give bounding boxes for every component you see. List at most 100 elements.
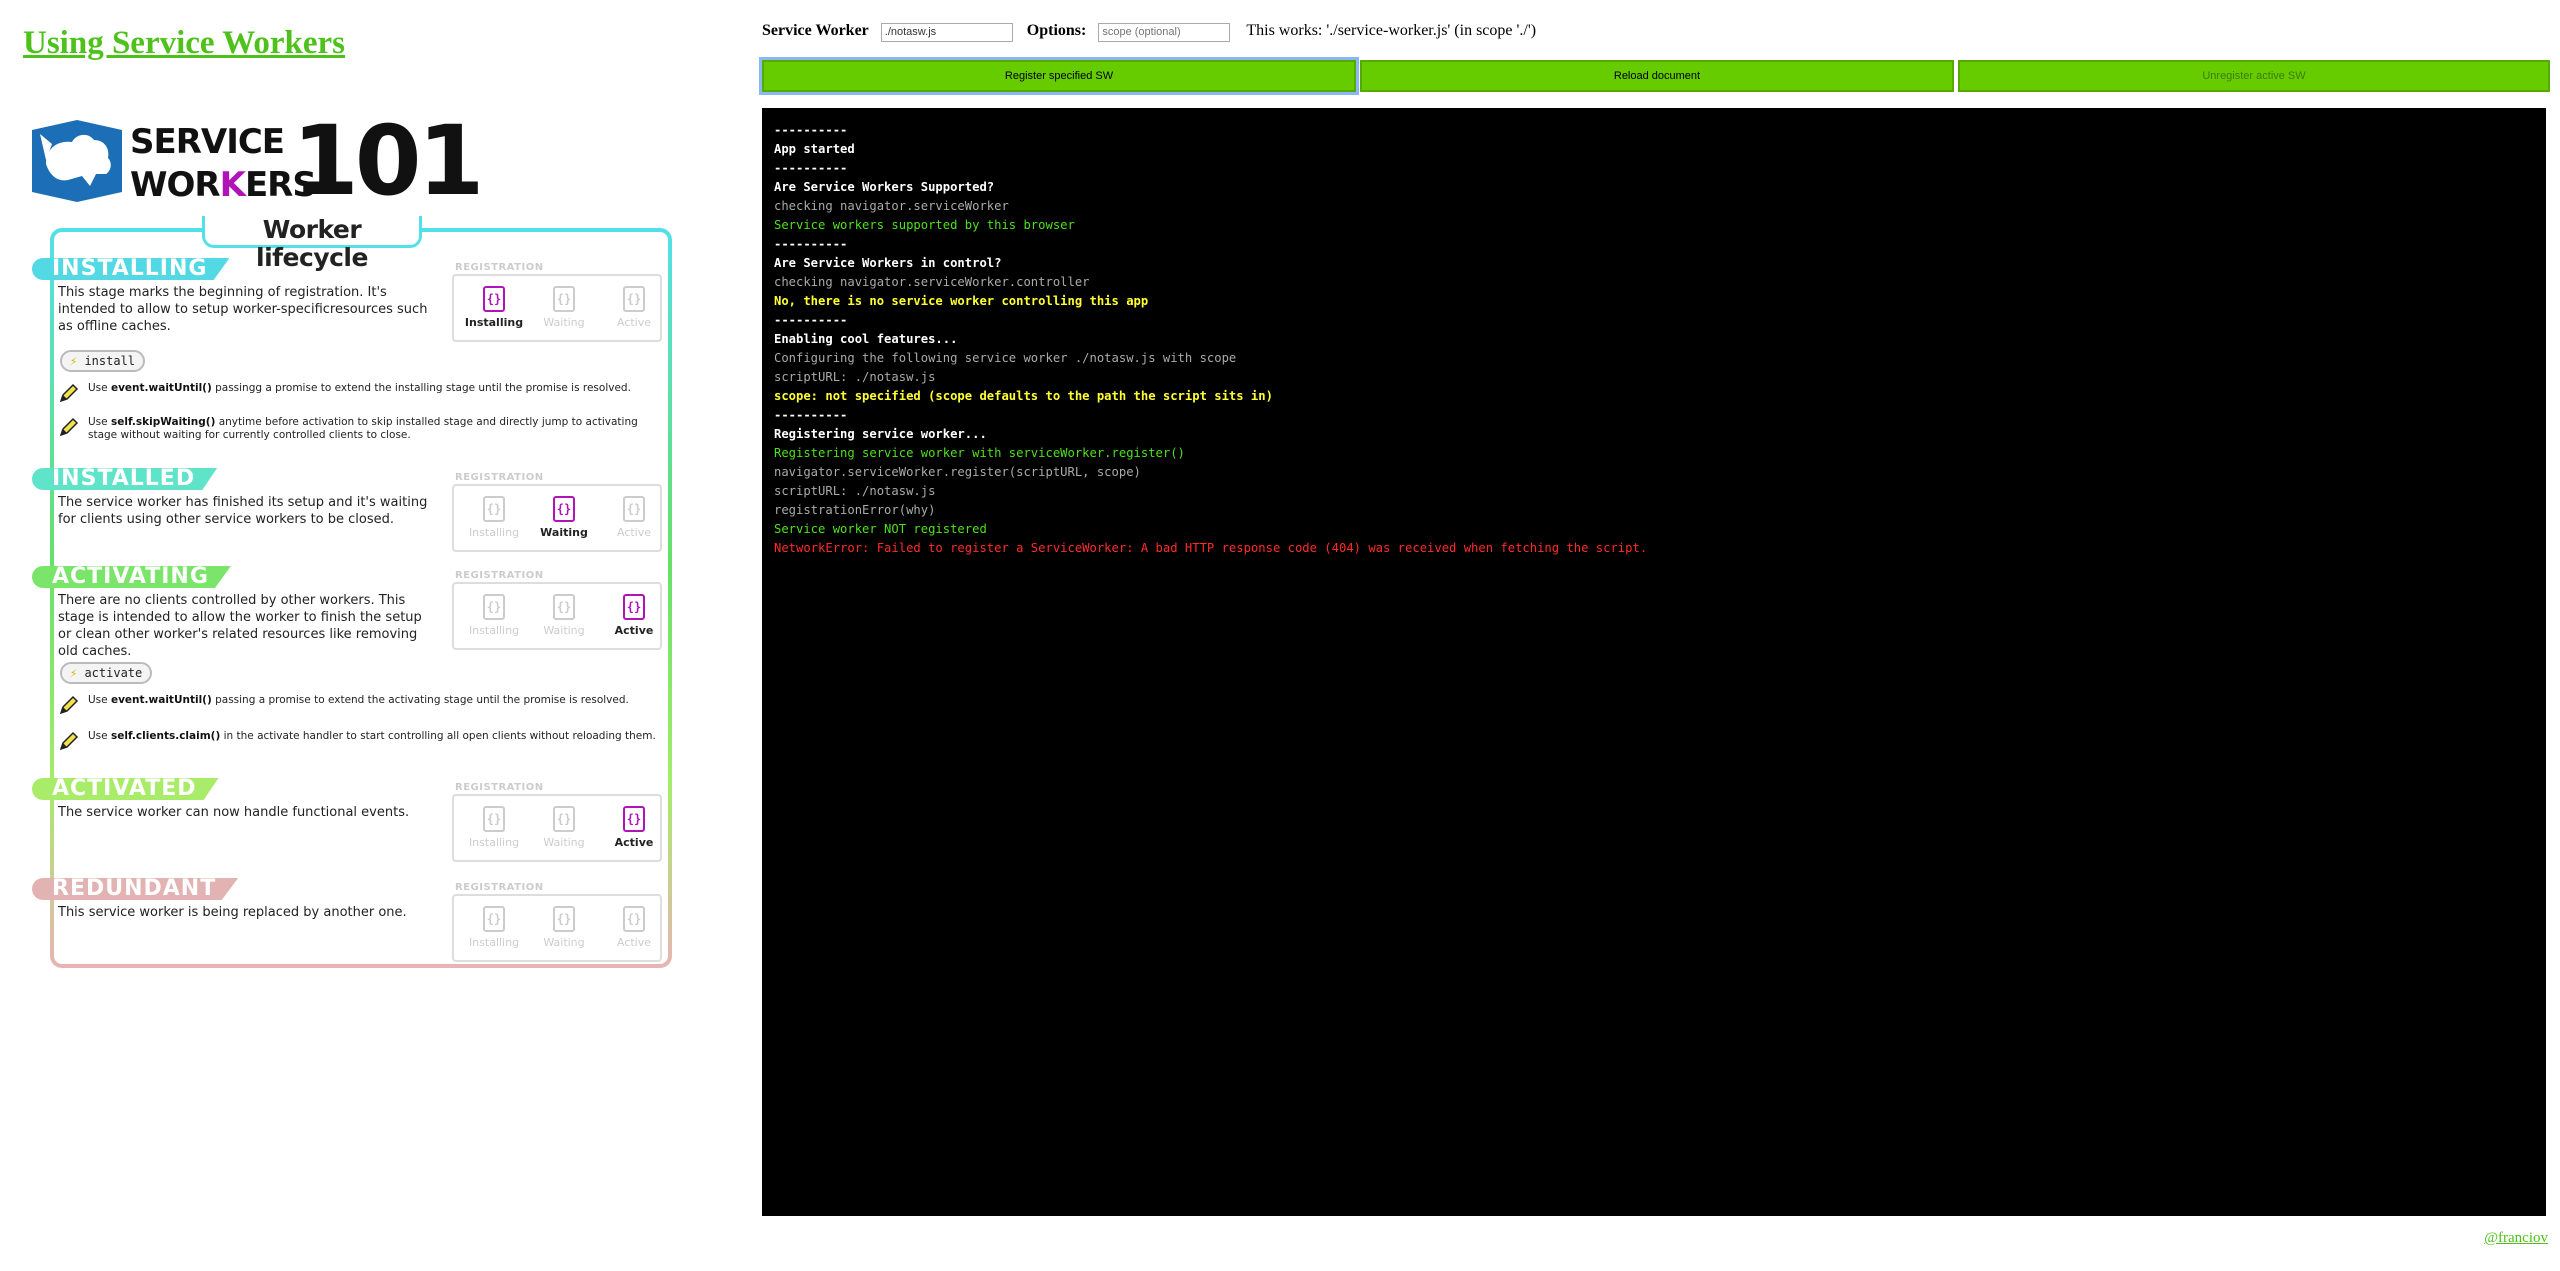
console-line: registrationError(why): [774, 503, 936, 517]
logo-word-workers-k: K: [219, 165, 246, 205]
stage-badge: REDUNDANT: [32, 878, 239, 900]
tip-text: Use event.waitUntil() passing a promise …: [58, 694, 658, 707]
console-output: ---------- App started ---------- Are Servi…: [762, 108, 2546, 1216]
script-file-icon: {}: [483, 286, 505, 312]
tip-api-name: event.waitUntil(): [110, 694, 212, 706]
tip-rest: in the activate handler to start control…: [220, 730, 656, 742]
script-file-icon: {}: [623, 286, 645, 312]
console-line: No, there is no service worker controlli…: [774, 294, 1149, 308]
registration-state-active: {} Active: [604, 286, 664, 329]
unregister-sw-button[interactable]: Unregister active SW: [1958, 60, 2550, 92]
tip-text: Use self.clients.claim() in the activate…: [58, 730, 658, 743]
console-line: Service worker NOT registered: [774, 522, 987, 536]
console-line: navigator.serviceWorker.register(scriptU…: [774, 465, 1141, 479]
registration-state-label: Active: [616, 526, 652, 539]
registration-state-label: Installing: [468, 526, 520, 539]
console-line: Registering service worker with serviceW…: [774, 446, 1185, 460]
registration-state-active: {} Active: [604, 594, 664, 637]
lightning-icon: ⚡: [70, 354, 85, 368]
registration-state-label: Waiting: [540, 526, 588, 539]
registration-state-label: Waiting: [543, 624, 585, 637]
console-line: Configuring the following service worker…: [774, 351, 1237, 365]
console-line: checking navigator.serviceWorker: [774, 199, 1009, 213]
shield-logo-icon: [32, 120, 122, 202]
tip-text: Use event.waitUntil() passingg a promise…: [58, 382, 658, 395]
registration-label: REGISTRATION: [455, 570, 544, 581]
console-line: ----------: [774, 313, 848, 327]
registration-state-active: {} Active: [604, 496, 664, 539]
toolbar: Service Worker Options: This works: './s…: [762, 22, 1536, 44]
console-line: App started: [774, 142, 855, 156]
tip-use-word: Use: [88, 694, 111, 706]
registration-state-label: Active: [616, 316, 652, 329]
script-file-icon: {}: [483, 594, 505, 620]
console-line: NetworkError: Failed to register a Servi…: [774, 541, 1648, 555]
options-label: Options:: [1026, 22, 1087, 39]
page-title-link[interactable]: Using Service Workers: [23, 25, 345, 62]
service-worker-input[interactable]: [880, 22, 1013, 42]
tip-use-word: Use: [88, 382, 111, 394]
lifecycle-panel: Using Service Workers SERVICE WORKERS 10…: [0, 0, 740, 1271]
lifecycle-heading: Worker lifecycle: [202, 216, 422, 272]
event-name: activate: [84, 666, 143, 680]
registration-label: REGISTRATION: [455, 262, 544, 273]
registration-state-label: Installing: [468, 836, 520, 849]
service-worker-label: Service Worker: [762, 22, 869, 39]
registration-state-installing: {} Installing: [464, 286, 524, 329]
tip-use-word: Use: [88, 730, 111, 742]
logo-word-workers-a: WOR: [130, 165, 221, 205]
registration-label: REGISTRATION: [455, 472, 544, 483]
registration-state-box: {} Installing {} Waiting {} Active: [452, 274, 662, 342]
registration-state-label: Installing: [468, 624, 520, 637]
tip-api-name: self.clients.claim(): [110, 730, 221, 742]
script-file-icon: {}: [623, 906, 645, 932]
console-line: scope: not specified (scope defaults to …: [774, 389, 1273, 403]
usage-tip: Use self.clients.claim() in the activate…: [58, 730, 658, 751]
scope-input[interactable]: [1098, 22, 1231, 42]
stage-badge: ACTIVATED: [32, 778, 219, 800]
logo-word-service: SERVICE: [130, 122, 285, 162]
registration-state-label: Installing: [464, 316, 524, 329]
script-file-icon: {}: [623, 496, 645, 522]
registration-state-label: Waiting: [543, 936, 585, 949]
stage-description: The service worker can now handle functi…: [58, 805, 410, 820]
registration-state-waiting: {} Waiting: [534, 496, 594, 539]
register-sw-button[interactable]: Register specified SW: [759, 57, 1359, 95]
pencil-icon: [59, 695, 79, 715]
pencil-icon: [59, 731, 79, 751]
logo-number: 101: [292, 105, 484, 217]
registration-state-waiting: {} Waiting: [534, 594, 594, 637]
tip-use-word: Use: [88, 416, 111, 428]
stage-description: This service worker is being replaced by…: [58, 905, 407, 920]
console-line: Are Service Workers in control?: [774, 256, 1002, 270]
registration-state-box: {} Installing {} Waiting {} Active: [452, 794, 662, 862]
lightning-icon: ⚡: [70, 666, 85, 680]
script-file-icon: {}: [483, 906, 505, 932]
logo-word-workers: WORKERS: [130, 164, 317, 207]
script-file-icon: {}: [483, 496, 505, 522]
pencil-icon: [59, 417, 79, 437]
registration-state-active: {} Active: [604, 906, 664, 949]
registration-state-installing: {} Installing: [464, 496, 524, 539]
console-line: checking navigator.serviceWorker.control…: [774, 275, 1090, 289]
console-line: ----------: [774, 161, 848, 175]
author-credit-link[interactable]: @franciov: [2484, 1230, 2548, 1247]
tip-api-name: event.waitUntil(): [110, 382, 212, 394]
registration-label: REGISTRATION: [455, 882, 544, 893]
hint-text: This works: './service-worker.js' (in sc…: [1246, 22, 1537, 39]
registration-state-box: {} Installing {} Waiting {} Active: [452, 894, 662, 962]
stage-description: There are no clients controlled by other…: [58, 593, 422, 659]
registration-state-waiting: {} Waiting: [534, 286, 594, 329]
script-file-icon: {}: [553, 286, 575, 312]
registration-state-label: Active: [614, 624, 654, 637]
console-line: Registering service worker...: [774, 427, 987, 441]
reload-document-button[interactable]: Reload document: [1360, 60, 1954, 92]
console-line: ----------: [774, 237, 848, 251]
usage-tip: Use self.skipWaiting() anytime before ac…: [58, 416, 658, 442]
registration-state-installing: {} Installing: [464, 906, 524, 949]
console-line: scriptURL: ./notasw.js: [774, 484, 936, 498]
tip-rest: passing a promise to extend the activati…: [211, 694, 629, 706]
registration-label: REGISTRATION: [455, 782, 544, 793]
registration-state-waiting: {} Waiting: [534, 806, 594, 849]
event-pill: ⚡ activate: [60, 662, 153, 684]
